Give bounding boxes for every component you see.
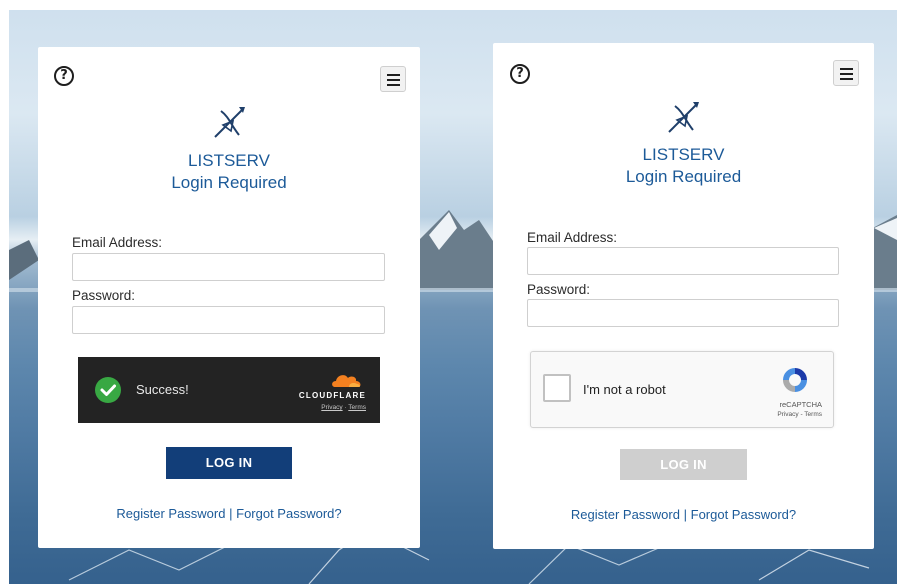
email-field[interactable] bbox=[527, 247, 839, 275]
password-label: Password: bbox=[527, 282, 591, 297]
help-icon[interactable]: ? bbox=[54, 66, 74, 86]
password-field[interactable] bbox=[72, 306, 385, 334]
account-links: Register Password | Forgot Password? bbox=[493, 507, 874, 522]
cloudflare-links-separator: · bbox=[344, 404, 347, 411]
email-field[interactable] bbox=[72, 253, 385, 281]
title-line-login-required: Login Required bbox=[171, 173, 287, 192]
password-label: Password: bbox=[72, 288, 136, 303]
forgot-password-link[interactable]: Forgot Password? bbox=[236, 506, 342, 521]
email-label: Email Address: bbox=[72, 235, 163, 250]
recaptcha-label: I'm not a robot bbox=[583, 382, 666, 397]
link-separator: | bbox=[229, 506, 233, 521]
account-links: Register Password | Forgot Password? bbox=[38, 506, 420, 521]
login-button[interactable]: LOG IN bbox=[166, 447, 292, 479]
recaptcha-brand: reCAPTCHA bbox=[779, 400, 822, 409]
cloudflare-cloud-icon bbox=[332, 375, 361, 387]
cloudflare-links: Privacy · Terms bbox=[321, 404, 366, 411]
title-line-listserv: LISTSERV bbox=[642, 145, 725, 164]
forgot-password-link[interactable]: Forgot Password? bbox=[691, 507, 797, 522]
cloudflare-turnstile-widget[interactable]: Success! CLOUDFLARE Privacy · Terms bbox=[78, 357, 380, 423]
link-separator: | bbox=[683, 507, 687, 522]
password-field[interactable] bbox=[527, 299, 839, 327]
login-card-recaptcha: ? LISTSERV Login Required Email Address:… bbox=[493, 43, 874, 549]
recaptcha-checkbox[interactable] bbox=[543, 374, 571, 402]
cloudflare-privacy-link[interactable]: Privacy bbox=[321, 404, 342, 411]
listserv-logo-icon bbox=[668, 102, 699, 133]
success-check-icon bbox=[95, 377, 121, 403]
email-label: Email Address: bbox=[527, 230, 618, 245]
login-card-cloudflare: ? LISTSERV Login Required Email Address:… bbox=[38, 47, 420, 548]
cloudflare-brand: CLOUDFLARE bbox=[298, 391, 366, 400]
register-password-link[interactable]: Register Password bbox=[116, 506, 225, 521]
recaptcha-logo-icon bbox=[783, 368, 807, 392]
title-line-login-required: Login Required bbox=[625, 167, 742, 186]
register-password-link[interactable]: Register Password bbox=[571, 507, 680, 522]
hamburger-menu-icon[interactable] bbox=[380, 66, 406, 92]
page-title: LISTSERV Login Required bbox=[493, 144, 874, 188]
listserv-logo-icon bbox=[214, 107, 245, 138]
help-icon[interactable]: ? bbox=[510, 64, 530, 84]
recaptcha-widget[interactable]: I'm not a robot reCAPTCHA Privacy - Term… bbox=[530, 351, 834, 428]
login-button[interactable]: LOG IN bbox=[620, 449, 747, 480]
captcha-status-text: Success! bbox=[136, 382, 189, 397]
recaptcha-links[interactable]: Privacy - Terms bbox=[777, 411, 822, 418]
title-line-listserv: LISTSERV bbox=[188, 151, 270, 170]
hamburger-menu-icon[interactable] bbox=[833, 60, 859, 86]
page-title: LISTSERV Login Required bbox=[38, 150, 420, 194]
cloudflare-terms-link[interactable]: Terms bbox=[348, 404, 366, 411]
